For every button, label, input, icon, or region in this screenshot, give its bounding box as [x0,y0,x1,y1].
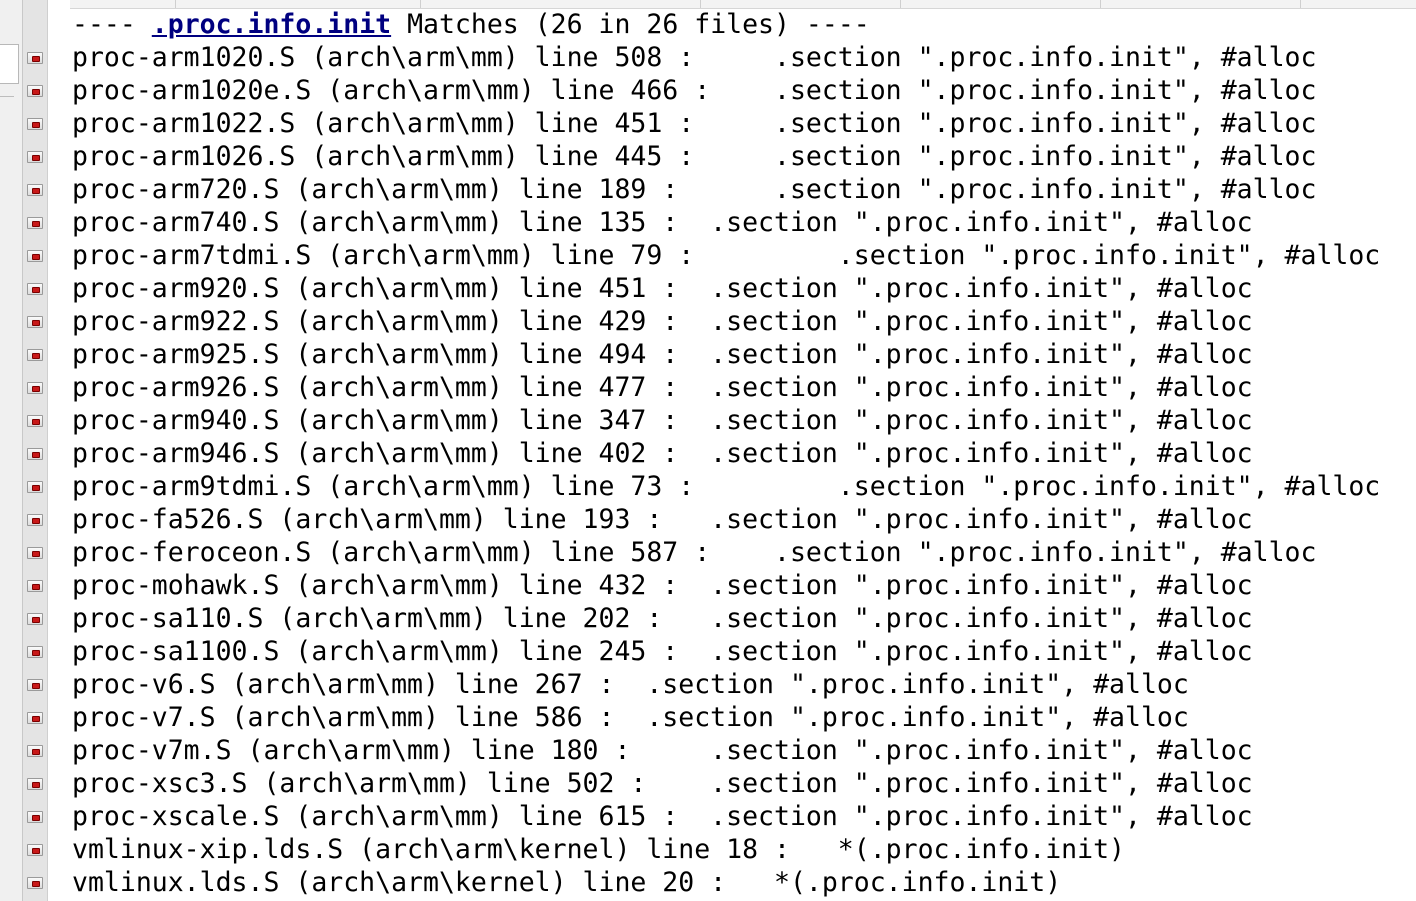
bookmark-marker-icon[interactable] [27,184,43,196]
bookmark-marker-icon[interactable] [27,85,43,97]
bookmark-marker-icon[interactable] [27,52,43,64]
result-line[interactable]: proc-arm925.S (arch\arm\mm) line 494 : .… [72,338,1380,371]
bookmark-marker-icon[interactable] [27,712,43,724]
results-header: ---- .proc.info.init Matches (26 in 26 f… [72,8,1380,41]
bookmark-marker-icon[interactable] [27,646,43,658]
bookmark-marker-icon[interactable] [27,877,43,889]
result-line[interactable]: proc-fa526.S (arch\arm\mm) line 193 : .s… [72,503,1380,536]
search-results-panel: ---- .proc.info.init Matches (26 in 26 f… [72,8,1380,899]
result-line[interactable]: proc-arm1022.S (arch\arm\mm) line 451 : … [72,107,1380,140]
result-line[interactable]: proc-xscale.S (arch\arm\mm) line 615 : .… [72,800,1380,833]
result-line[interactable]: proc-sa110.S (arch\arm\mm) line 202 : .s… [72,602,1380,635]
bookmark-marker-icon[interactable] [27,613,43,625]
bookmark-marker-icon[interactable] [27,250,43,262]
bookmark-marker-icon[interactable] [27,547,43,559]
side-panel-control[interactable] [0,44,19,84]
bookmark-marker-icon[interactable] [27,283,43,295]
bookmark-marker-icon[interactable] [27,217,43,229]
result-line[interactable]: proc-v6.S (arch\arm\mm) line 267 : .sect… [72,668,1380,701]
bookmark-marker-icon[interactable] [27,514,43,526]
result-line[interactable]: proc-arm926.S (arch\arm\mm) line 477 : .… [72,371,1380,404]
result-line[interactable]: proc-v7m.S (arch\arm\mm) line 180 : .sec… [72,734,1380,767]
result-line[interactable]: proc-arm920.S (arch\arm\mm) line 451 : .… [72,272,1380,305]
result-line[interactable]: vmlinux.lds.S (arch\arm\kernel) line 20 … [72,866,1380,899]
bookmark-marker-icon[interactable] [27,349,43,361]
bookmark-marker-icon[interactable] [27,118,43,130]
result-line[interactable]: vmlinux-xip.lds.S (arch\arm\kernel) line… [72,833,1380,866]
bookmark-marker-icon[interactable] [27,745,43,757]
bookmark-marker-icon[interactable] [27,580,43,592]
result-line[interactable]: proc-arm9tdmi.S (arch\arm\mm) line 73 : … [72,470,1380,503]
bookmark-marker-icon[interactable] [27,448,43,460]
fold-margin [48,0,70,901]
results-list: proc-arm1020.S (arch\arm\mm) line 508 : … [72,41,1380,899]
result-line[interactable]: proc-arm740.S (arch\arm\mm) line 135 : .… [72,206,1380,239]
bookmark-marker-icon[interactable] [27,778,43,790]
result-line[interactable]: proc-feroceon.S (arch\arm\mm) line 587 :… [72,536,1380,569]
result-line[interactable]: proc-arm720.S (arch\arm\mm) line 189 : .… [72,173,1380,206]
side-panel-edge [0,0,23,901]
result-line[interactable]: proc-arm946.S (arch\arm\mm) line 402 : .… [72,437,1380,470]
result-line[interactable]: proc-arm7tdmi.S (arch\arm\mm) line 79 : … [72,239,1380,272]
bookmark-marker-icon[interactable] [27,811,43,823]
bookmark-marker-icon[interactable] [27,844,43,856]
result-line[interactable]: proc-arm1020.S (arch\arm\mm) line 508 : … [72,41,1380,74]
result-line[interactable]: proc-arm922.S (arch\arm\mm) line 429 : .… [72,305,1380,338]
bookmark-marker-icon[interactable] [27,679,43,691]
header-prefix: ---- [72,9,152,40]
result-line[interactable]: proc-sa1100.S (arch\arm\mm) line 245 : .… [72,635,1380,668]
result-line[interactable]: proc-arm1026.S (arch\arm\mm) line 445 : … [72,140,1380,173]
result-line[interactable]: proc-arm940.S (arch\arm\mm) line 347 : .… [72,404,1380,437]
result-line[interactable]: proc-xsc3.S (arch\arm\mm) line 502 : .se… [72,767,1380,800]
bookmark-marker-icon[interactable] [27,382,43,394]
result-line[interactable]: proc-mohawk.S (arch\arm\mm) line 432 : .… [72,569,1380,602]
header-suffix: Matches (26 in 26 files) ---- [391,9,870,40]
bookmark-marker-icon[interactable] [27,316,43,328]
search-term-link[interactable]: .proc.info.init [152,9,391,40]
result-line[interactable]: proc-v7.S (arch\arm\mm) line 586 : .sect… [72,701,1380,734]
bookmark-marker-icon[interactable] [27,151,43,163]
bookmark-marker-icon[interactable] [27,481,43,493]
result-line[interactable]: proc-arm1020e.S (arch\arm\mm) line 466 :… [72,74,1380,107]
bookmark-marker-icon[interactable] [27,415,43,427]
